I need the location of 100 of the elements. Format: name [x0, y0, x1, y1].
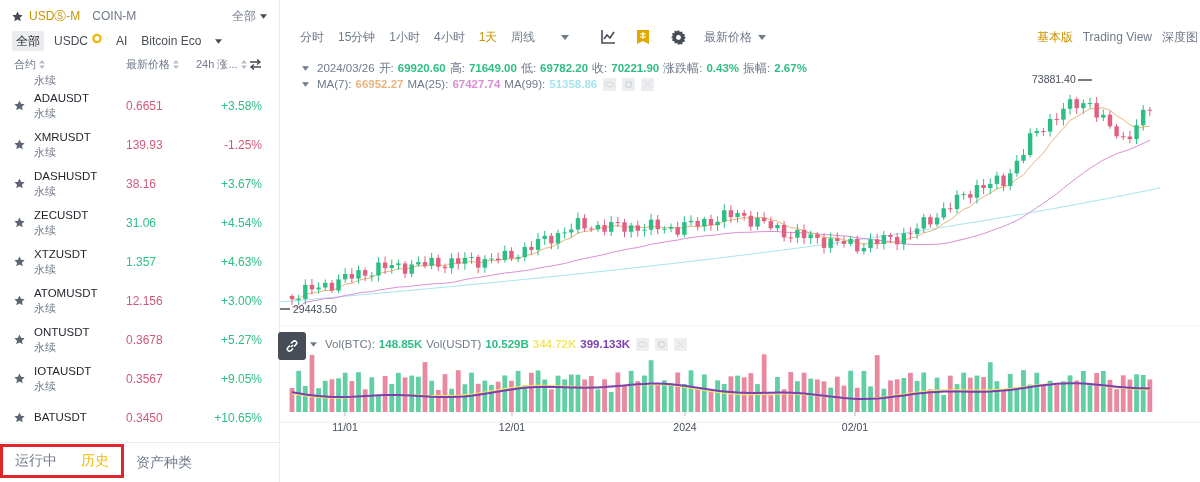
- link-button[interactable]: [278, 332, 306, 360]
- category-tab[interactable]: Bitcoin Eco: [137, 31, 206, 51]
- symbol-name[interactable]: ADAUSDT: [34, 90, 126, 106]
- axis-label: 2024: [673, 421, 697, 433]
- caret-icon[interactable]: [561, 34, 570, 40]
- indicator-value: 10.529B: [485, 337, 529, 352]
- interval-tab[interactable]: 1天: [478, 28, 498, 46]
- axis-label: 12/01: [498, 421, 526, 433]
- column-header[interactable]: 合约: [14, 55, 36, 73]
- field-value: 2.67%: [774, 61, 807, 76]
- price-change: -1.25%: [223, 136, 262, 154]
- star-icon[interactable]: [14, 412, 25, 423]
- contract-type: 永续: [34, 105, 57, 121]
- line-chart-icon[interactable]: [601, 30, 616, 44]
- market-tab[interactable]: COIN-M: [92, 7, 137, 25]
- bottom-tab[interactable]: 资产种类: [124, 452, 204, 473]
- field-label: 涨跌幅:: [663, 61, 703, 76]
- ring-icon: [92, 32, 102, 44]
- field-label: 低:: [520, 61, 537, 76]
- price-label: 73881.40: [1032, 73, 1076, 85]
- collapse-icon[interactable]: [302, 82, 309, 88]
- contract-type: 永续: [34, 144, 57, 160]
- contract-type: 永续: [34, 74, 56, 86]
- star-icon[interactable]: [14, 334, 25, 345]
- interval-tab[interactable]: 周线: [511, 28, 536, 46]
- indicator-label: MA(7):: [317, 77, 352, 92]
- last-price: 139.93: [126, 136, 164, 154]
- market-tab[interactable]: USDⓈ-M: [29, 7, 81, 25]
- contract-type: 永续: [34, 183, 57, 199]
- collapse-icon[interactable]: [302, 66, 309, 72]
- view-mode-tab[interactable]: 基本版: [1036, 28, 1073, 46]
- field-value: 69920.60: [397, 61, 446, 76]
- interval-tab[interactable]: 4小时: [434, 28, 465, 46]
- collapse-icon[interactable]: [310, 342, 317, 348]
- swap-icon[interactable]: [249, 58, 262, 70]
- axis-label: 11/01: [332, 421, 358, 433]
- last-price: 0.3450: [126, 409, 164, 427]
- star-icon[interactable]: [14, 373, 25, 384]
- interval-tab[interactable]: 1小时: [389, 28, 421, 46]
- price-marker-line: [1077, 79, 1093, 81]
- price-change: +9.05%: [220, 370, 262, 388]
- caret-icon[interactable]: [758, 34, 767, 40]
- field-label: 高:: [449, 61, 465, 76]
- indicator-label: MA(25):: [407, 77, 449, 92]
- star-icon[interactable]: [14, 217, 25, 228]
- view-mode-tab[interactable]: Trading View: [1082, 28, 1152, 46]
- link-icon: [285, 339, 299, 353]
- column-header[interactable]: 最新价格: [126, 55, 170, 73]
- indicator-label: Vol(USDT): [426, 337, 482, 352]
- star-icon[interactable]: [14, 295, 25, 306]
- caret-icon[interactable]: [260, 13, 267, 19]
- symbol-name[interactable]: DASHUSDT: [34, 168, 126, 184]
- symbol-name[interactable]: ATOMUSDT: [34, 285, 126, 301]
- indicator-value: 399.133K: [580, 337, 631, 352]
- star-icon[interactable]: [14, 139, 25, 150]
- price-type-dropdown[interactable]: 最新价格: [704, 28, 753, 46]
- symbol-name[interactable]: BATUSDT: [34, 410, 126, 425]
- field-label: 开:: [378, 61, 394, 76]
- star-icon[interactable]: [12, 10, 23, 22]
- price-change: +10.65%: [214, 409, 262, 427]
- price-change: +5.27%: [220, 331, 262, 349]
- last-price: 0.3678: [126, 331, 164, 349]
- symbol-name[interactable]: ZECUSDT: [34, 207, 126, 223]
- last-price: 38.16: [126, 175, 158, 193]
- star-icon[interactable]: [14, 256, 25, 267]
- axis-label: 02/01: [841, 421, 869, 433]
- last-price: 31.06: [126, 214, 158, 232]
- indicator-value: 148.85K: [378, 337, 423, 352]
- category-tab[interactable]: 全部: [12, 31, 44, 51]
- category-tab[interactable]: USDC: [50, 31, 92, 51]
- star-icon[interactable]: [14, 178, 25, 189]
- view-mode-tab[interactable]: 深度图: [1162, 28, 1198, 46]
- field-value: 0.43%: [706, 61, 740, 76]
- field-value: 70221.90: [611, 61, 660, 76]
- filter-dropdown[interactable]: 全部: [232, 7, 256, 25]
- contract-type: 永续: [34, 222, 57, 238]
- indicator-value: 66952.27: [355, 77, 404, 92]
- indicator-value: 344.72K: [532, 337, 577, 352]
- indicator-value: 51358.86: [549, 77, 598, 92]
- symbol-name[interactable]: XMRUSDT: [34, 129, 126, 145]
- last-price: 0.3567: [126, 370, 164, 388]
- price-change: +3.67%: [220, 175, 262, 193]
- category-tab[interactable]: AI: [112, 31, 132, 51]
- contract-type: 永续: [34, 339, 57, 355]
- interval-tab[interactable]: 15分钟: [338, 28, 376, 46]
- column-header[interactable]: 24h 涨...: [196, 55, 238, 73]
- caret-icon[interactable]: [215, 38, 223, 44]
- symbol-name[interactable]: XTZUSDT: [34, 246, 126, 262]
- symbol-name[interactable]: IOTAUSDT: [34, 363, 126, 379]
- contract-type: 永续: [34, 300, 57, 316]
- bottom-tab[interactable]: 运行中: [3, 450, 69, 471]
- symbol-name[interactable]: ONTUSDT: [34, 324, 126, 340]
- field-label: 振幅:: [743, 61, 771, 76]
- settings-icon[interactable]: [671, 29, 687, 45]
- star-icon[interactable]: [14, 100, 25, 111]
- last-price: 1.357: [126, 253, 158, 271]
- price-change: +4.63%: [220, 253, 262, 271]
- indicator-label: MA(99):: [504, 77, 546, 92]
- interval-tab[interactable]: 分时: [300, 28, 324, 46]
- price-change: +3.00%: [220, 292, 262, 310]
